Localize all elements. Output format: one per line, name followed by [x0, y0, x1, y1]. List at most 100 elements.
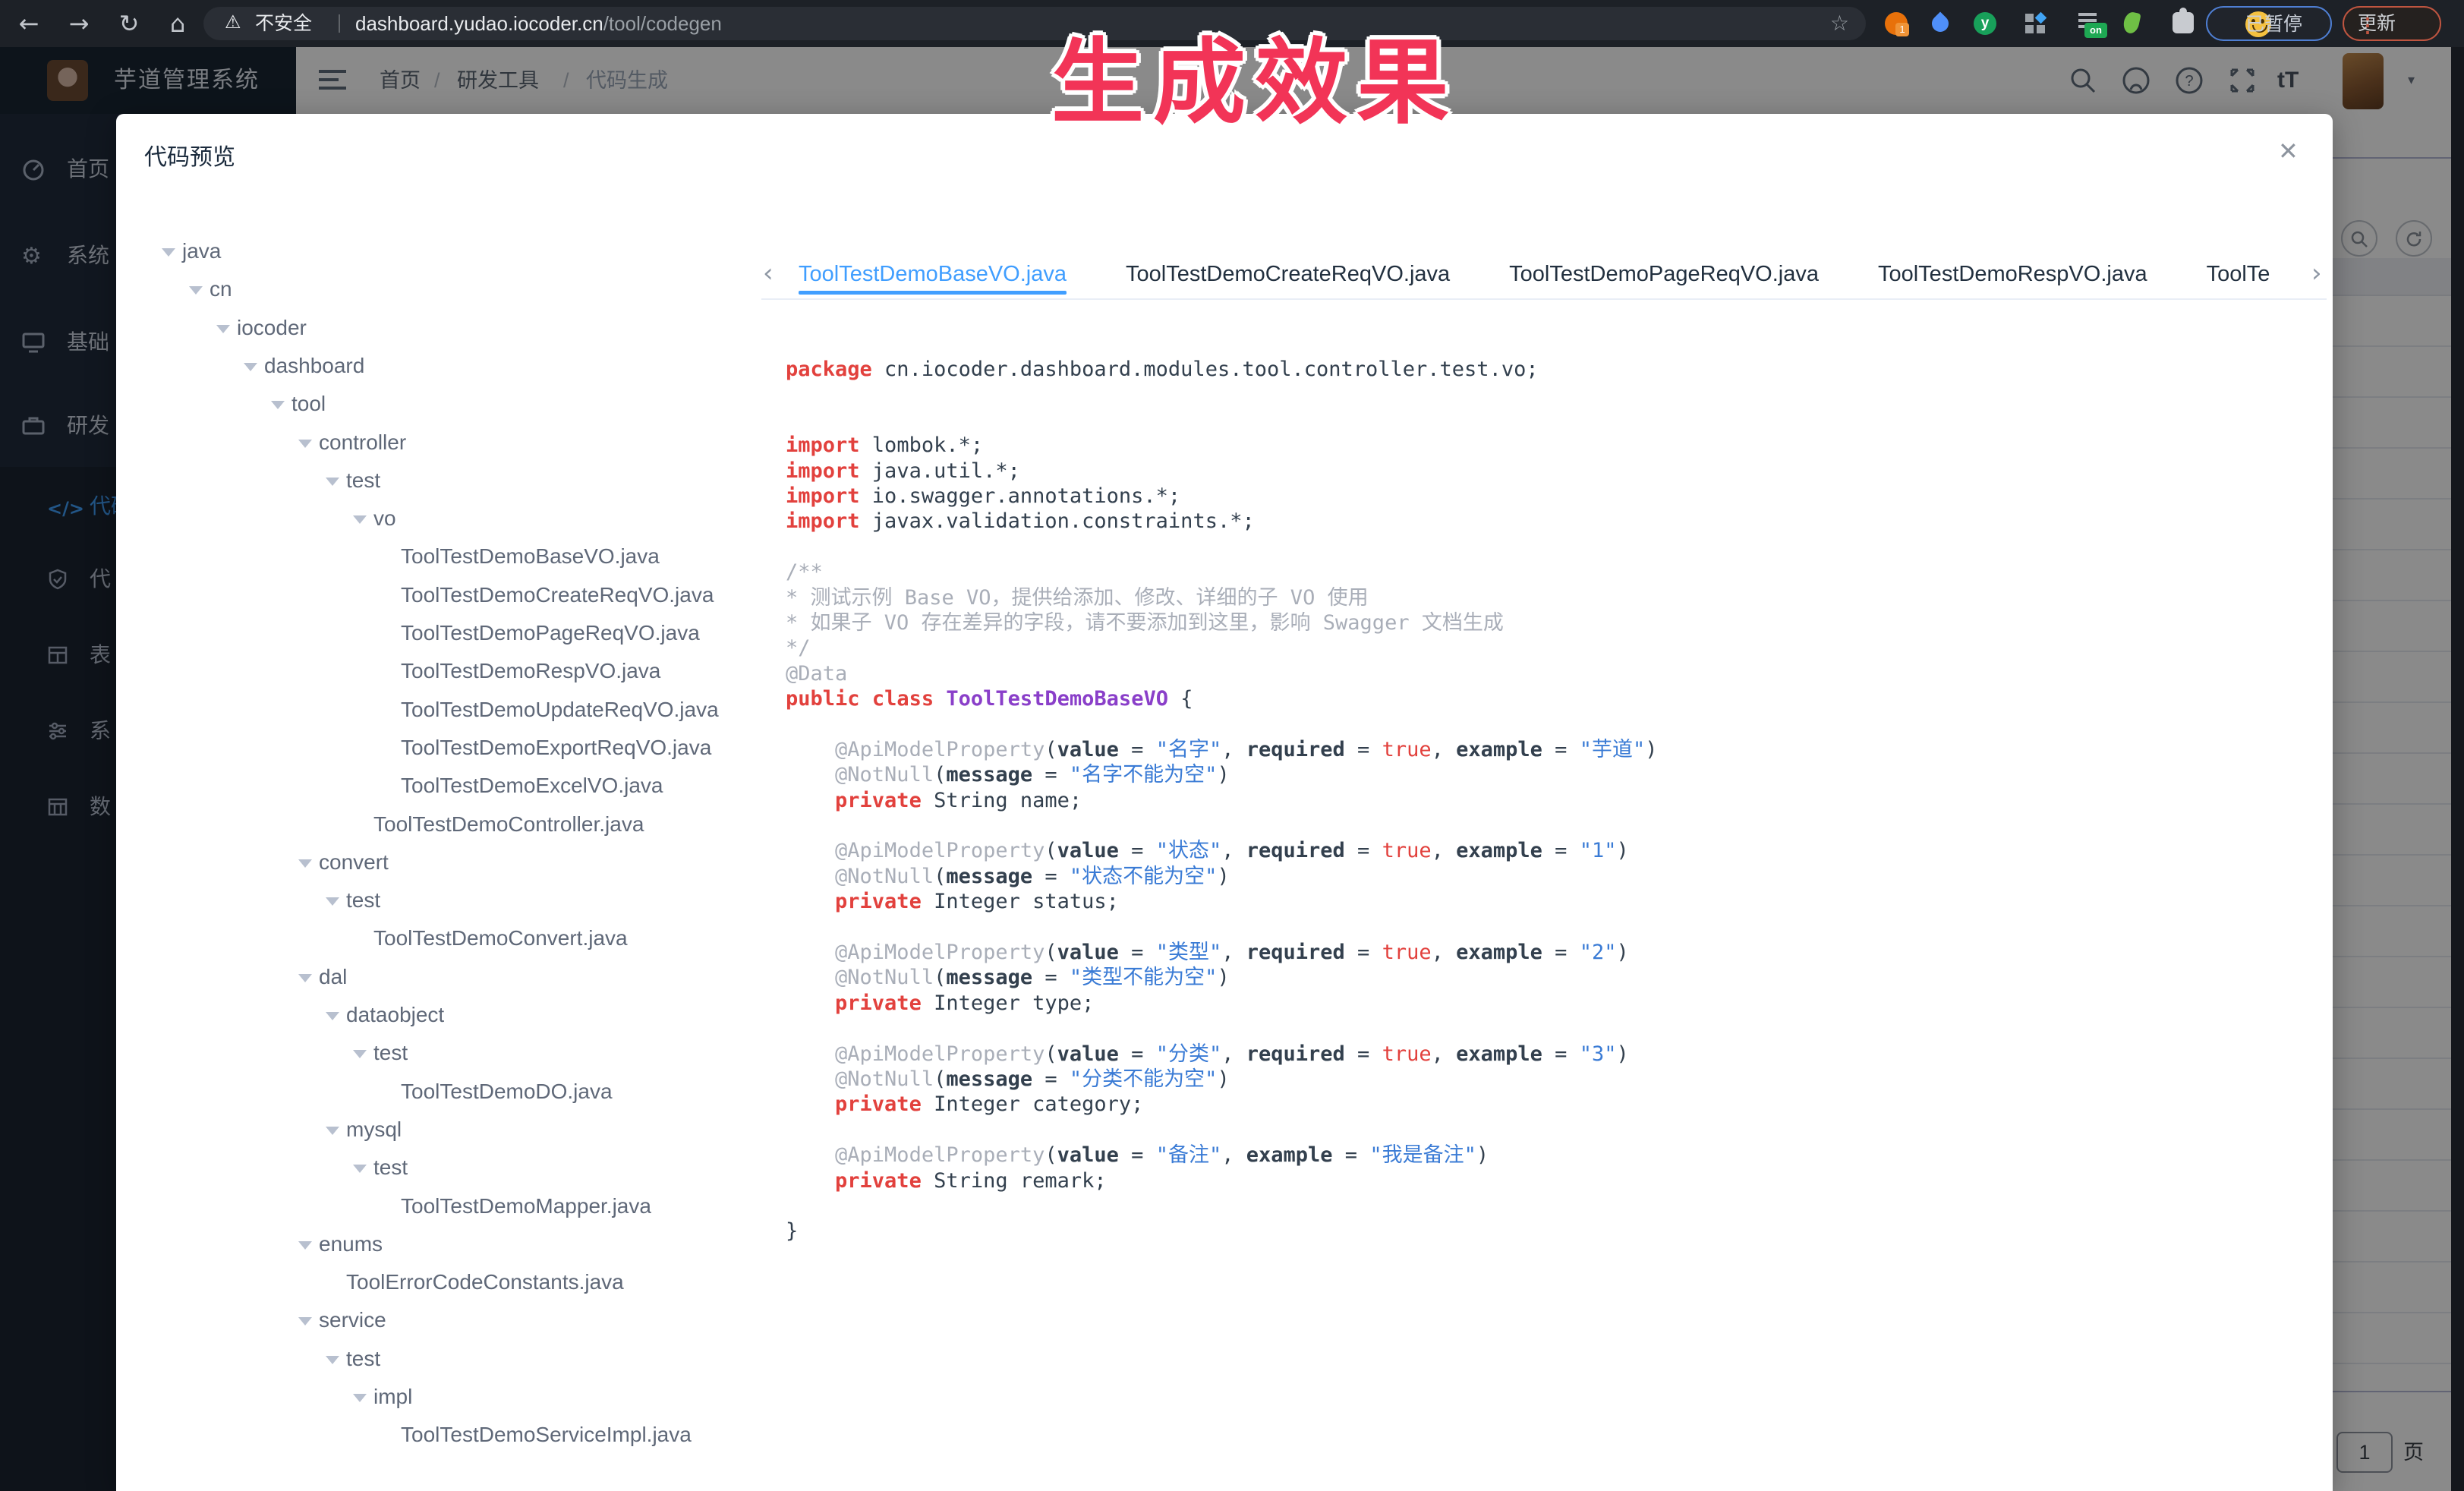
caret-down-icon[interactable] — [326, 1356, 339, 1364]
caret-down-icon[interactable] — [298, 974, 312, 982]
tree-node[interactable]: ToolTestDemoPageReqVO.java — [116, 614, 769, 652]
tree-node[interactable]: test — [116, 462, 769, 500]
tree-node-label: ToolTestDemoExportReqVO.java — [401, 729, 711, 767]
file-tab[interactable]: ToolTestDemoCreateReqVO.java — [1126, 254, 1450, 298]
extension-icon-orange[interactable]: 1 — [1885, 12, 1908, 35]
tree-node-label: test — [346, 881, 380, 919]
tree-node[interactable]: enums — [116, 1225, 769, 1263]
extension-icon-grid[interactable] — [2025, 14, 2045, 33]
tree-node-label: ToolTestDemoBaseVO.java — [401, 537, 660, 575]
code-line: /** — [786, 560, 2327, 585]
caret-down-icon[interactable] — [298, 440, 312, 448]
tree-node-label: tool — [291, 385, 326, 423]
tree-node-label: ToolTestDemoMapper.java — [401, 1187, 651, 1225]
tree-node[interactable]: test — [116, 1034, 769, 1072]
file-tabs: ToolTestDemoBaseVO.java ToolTestDemoCreat… — [799, 254, 2298, 298]
bookmark-star-icon[interactable]: ☆ — [1830, 7, 1849, 40]
security-label[interactable]: 不安全 — [255, 7, 312, 40]
code-line — [786, 1016, 2327, 1041]
caret-down-icon[interactable] — [353, 1165, 367, 1173]
code-line: @ApiModelProperty(value = "备注", example … — [786, 1143, 2327, 1168]
file-tab[interactable]: ToolTestDemoBaseVO.java — [799, 254, 1067, 298]
caret-down-icon[interactable] — [162, 248, 175, 257]
tree-node[interactable]: test — [116, 1340, 769, 1378]
reload-icon[interactable]: ↻ — [111, 0, 147, 47]
browser-menu-icon[interactable]: ⋮ — [2358, 9, 2431, 41]
tree-node[interactable]: service — [116, 1301, 769, 1339]
code-viewer[interactable]: package cn.iocoder.dashboard.modules.too… — [786, 357, 2327, 1244]
tree-node-label: dal — [319, 958, 347, 996]
tree-node[interactable]: dal — [116, 958, 769, 996]
close-icon[interactable]: ✕ — [2278, 137, 2299, 165]
tree-node[interactable]: ToolTestDemoUpdateReqVO.java — [116, 691, 769, 729]
extensions-puzzle-icon[interactable] — [2173, 12, 2194, 33]
profile-paused-chip[interactable]: 已暂停 — [2206, 6, 2332, 41]
caret-down-icon[interactable] — [353, 515, 367, 524]
tree-node[interactable]: ToolTestDemoExcelVO.java — [116, 767, 769, 805]
code-line: * 测试示例 Base VO，提供给添加、修改、详细的子 VO 使用 — [786, 585, 2327, 610]
extension-icon-list[interactable]: on — [2078, 12, 2098, 32]
browser-update-button[interactable]: 更新 ⋮ — [2343, 6, 2441, 41]
caret-down-icon[interactable] — [298, 1241, 312, 1250]
extension-icon-y[interactable]: y — [1974, 12, 1996, 35]
tree-node[interactable]: test — [116, 1149, 769, 1187]
tree-node[interactable]: ToolErrorCodeConstants.java — [116, 1263, 769, 1301]
caret-down-icon[interactable] — [353, 1050, 367, 1058]
tree-node[interactable]: ToolTestDemoBaseVO.java — [116, 537, 769, 575]
code-line — [786, 711, 2327, 736]
tabs-prev-icon[interactable]: ‹ — [763, 254, 774, 294]
tree-node[interactable]: java — [116, 232, 769, 270]
caret-down-icon[interactable] — [326, 478, 339, 486]
address-bar[interactable]: ⚠ 不安全 dashboard.yudao.iocoder.cn/tool/co… — [203, 7, 1866, 40]
tree-node[interactable]: ToolTestDemoMapper.java — [116, 1187, 769, 1225]
tree-node-label: java — [182, 232, 221, 270]
code-line: } — [786, 1218, 2327, 1244]
tree-node[interactable]: test — [116, 881, 769, 919]
url-text[interactable]: dashboard.yudao.iocoder.cn/tool/codegen — [355, 7, 722, 40]
tree-node[interactable]: dataobject — [116, 996, 769, 1034]
tree-node[interactable]: controller — [116, 424, 769, 462]
tree-node[interactable]: convert — [116, 843, 769, 881]
tabs-next-icon[interactable]: › — [2311, 254, 2322, 294]
back-icon[interactable]: ← — [11, 0, 47, 47]
caret-down-icon[interactable] — [353, 1394, 367, 1402]
caret-down-icon[interactable] — [271, 401, 285, 409]
tree-node[interactable]: ToolTestDemoServiceImpl.java — [116, 1416, 769, 1454]
tree-node[interactable]: ToolTestDemoDO.java — [116, 1073, 769, 1111]
file-tab[interactable]: ToolTe — [2207, 254, 2270, 298]
tree-node[interactable]: ToolTestDemoExportReqVO.java — [116, 729, 769, 767]
scrollbar[interactable] — [2451, 47, 2464, 1491]
file-tab[interactable]: ToolTestDemoRespVO.java — [1878, 254, 2147, 298]
tree-node[interactable]: ToolTestDemoRespVO.java — [116, 652, 769, 690]
caret-down-icon[interactable] — [216, 325, 230, 333]
extension-on-badge: on — [2084, 23, 2107, 38]
tree-node[interactable]: tool — [116, 385, 769, 423]
tree-node-label: dataobject — [346, 996, 444, 1034]
code-line: private Integer status; — [786, 889, 2327, 914]
caret-down-icon[interactable] — [189, 286, 203, 295]
caret-down-icon[interactable] — [298, 859, 312, 868]
caret-down-icon[interactable] — [326, 897, 339, 906]
code-line: import lombok.*; — [786, 433, 2327, 458]
home-icon[interactable]: ⌂ — [159, 0, 196, 47]
url-host: dashboard.yudao.iocoder.cn — [355, 12, 603, 35]
tree-node[interactable]: cn — [116, 270, 769, 308]
caret-down-icon[interactable] — [298, 1317, 312, 1326]
tree-node[interactable]: ToolTestDemoConvert.java — [116, 919, 769, 957]
tree-node[interactable]: ToolTestDemoController.java — [116, 805, 769, 843]
extension-icon-leaf[interactable] — [2122, 11, 2141, 35]
tree-node[interactable]: ToolTestDemoCreateReqVO.java — [116, 576, 769, 614]
caret-down-icon[interactable] — [326, 1127, 339, 1135]
tree-node[interactable]: iocoder — [116, 309, 769, 347]
tree-node[interactable]: dashboard — [116, 347, 769, 385]
forward-icon[interactable]: → — [61, 0, 97, 47]
caret-down-icon[interactable] — [244, 363, 257, 371]
extension-icon-drop[interactable] — [1928, 11, 1952, 35]
tree-node[interactable]: vo — [116, 500, 769, 537]
annotation-text: 生成效果 — [1051, 8, 1458, 142]
caret-down-icon[interactable] — [326, 1012, 339, 1020]
tree-node-label: service — [319, 1301, 386, 1339]
tree-node[interactable]: mysql — [116, 1111, 769, 1149]
tree-node[interactable]: impl — [116, 1378, 769, 1416]
file-tab[interactable]: ToolTestDemoPageReqVO.java — [1509, 254, 1819, 298]
